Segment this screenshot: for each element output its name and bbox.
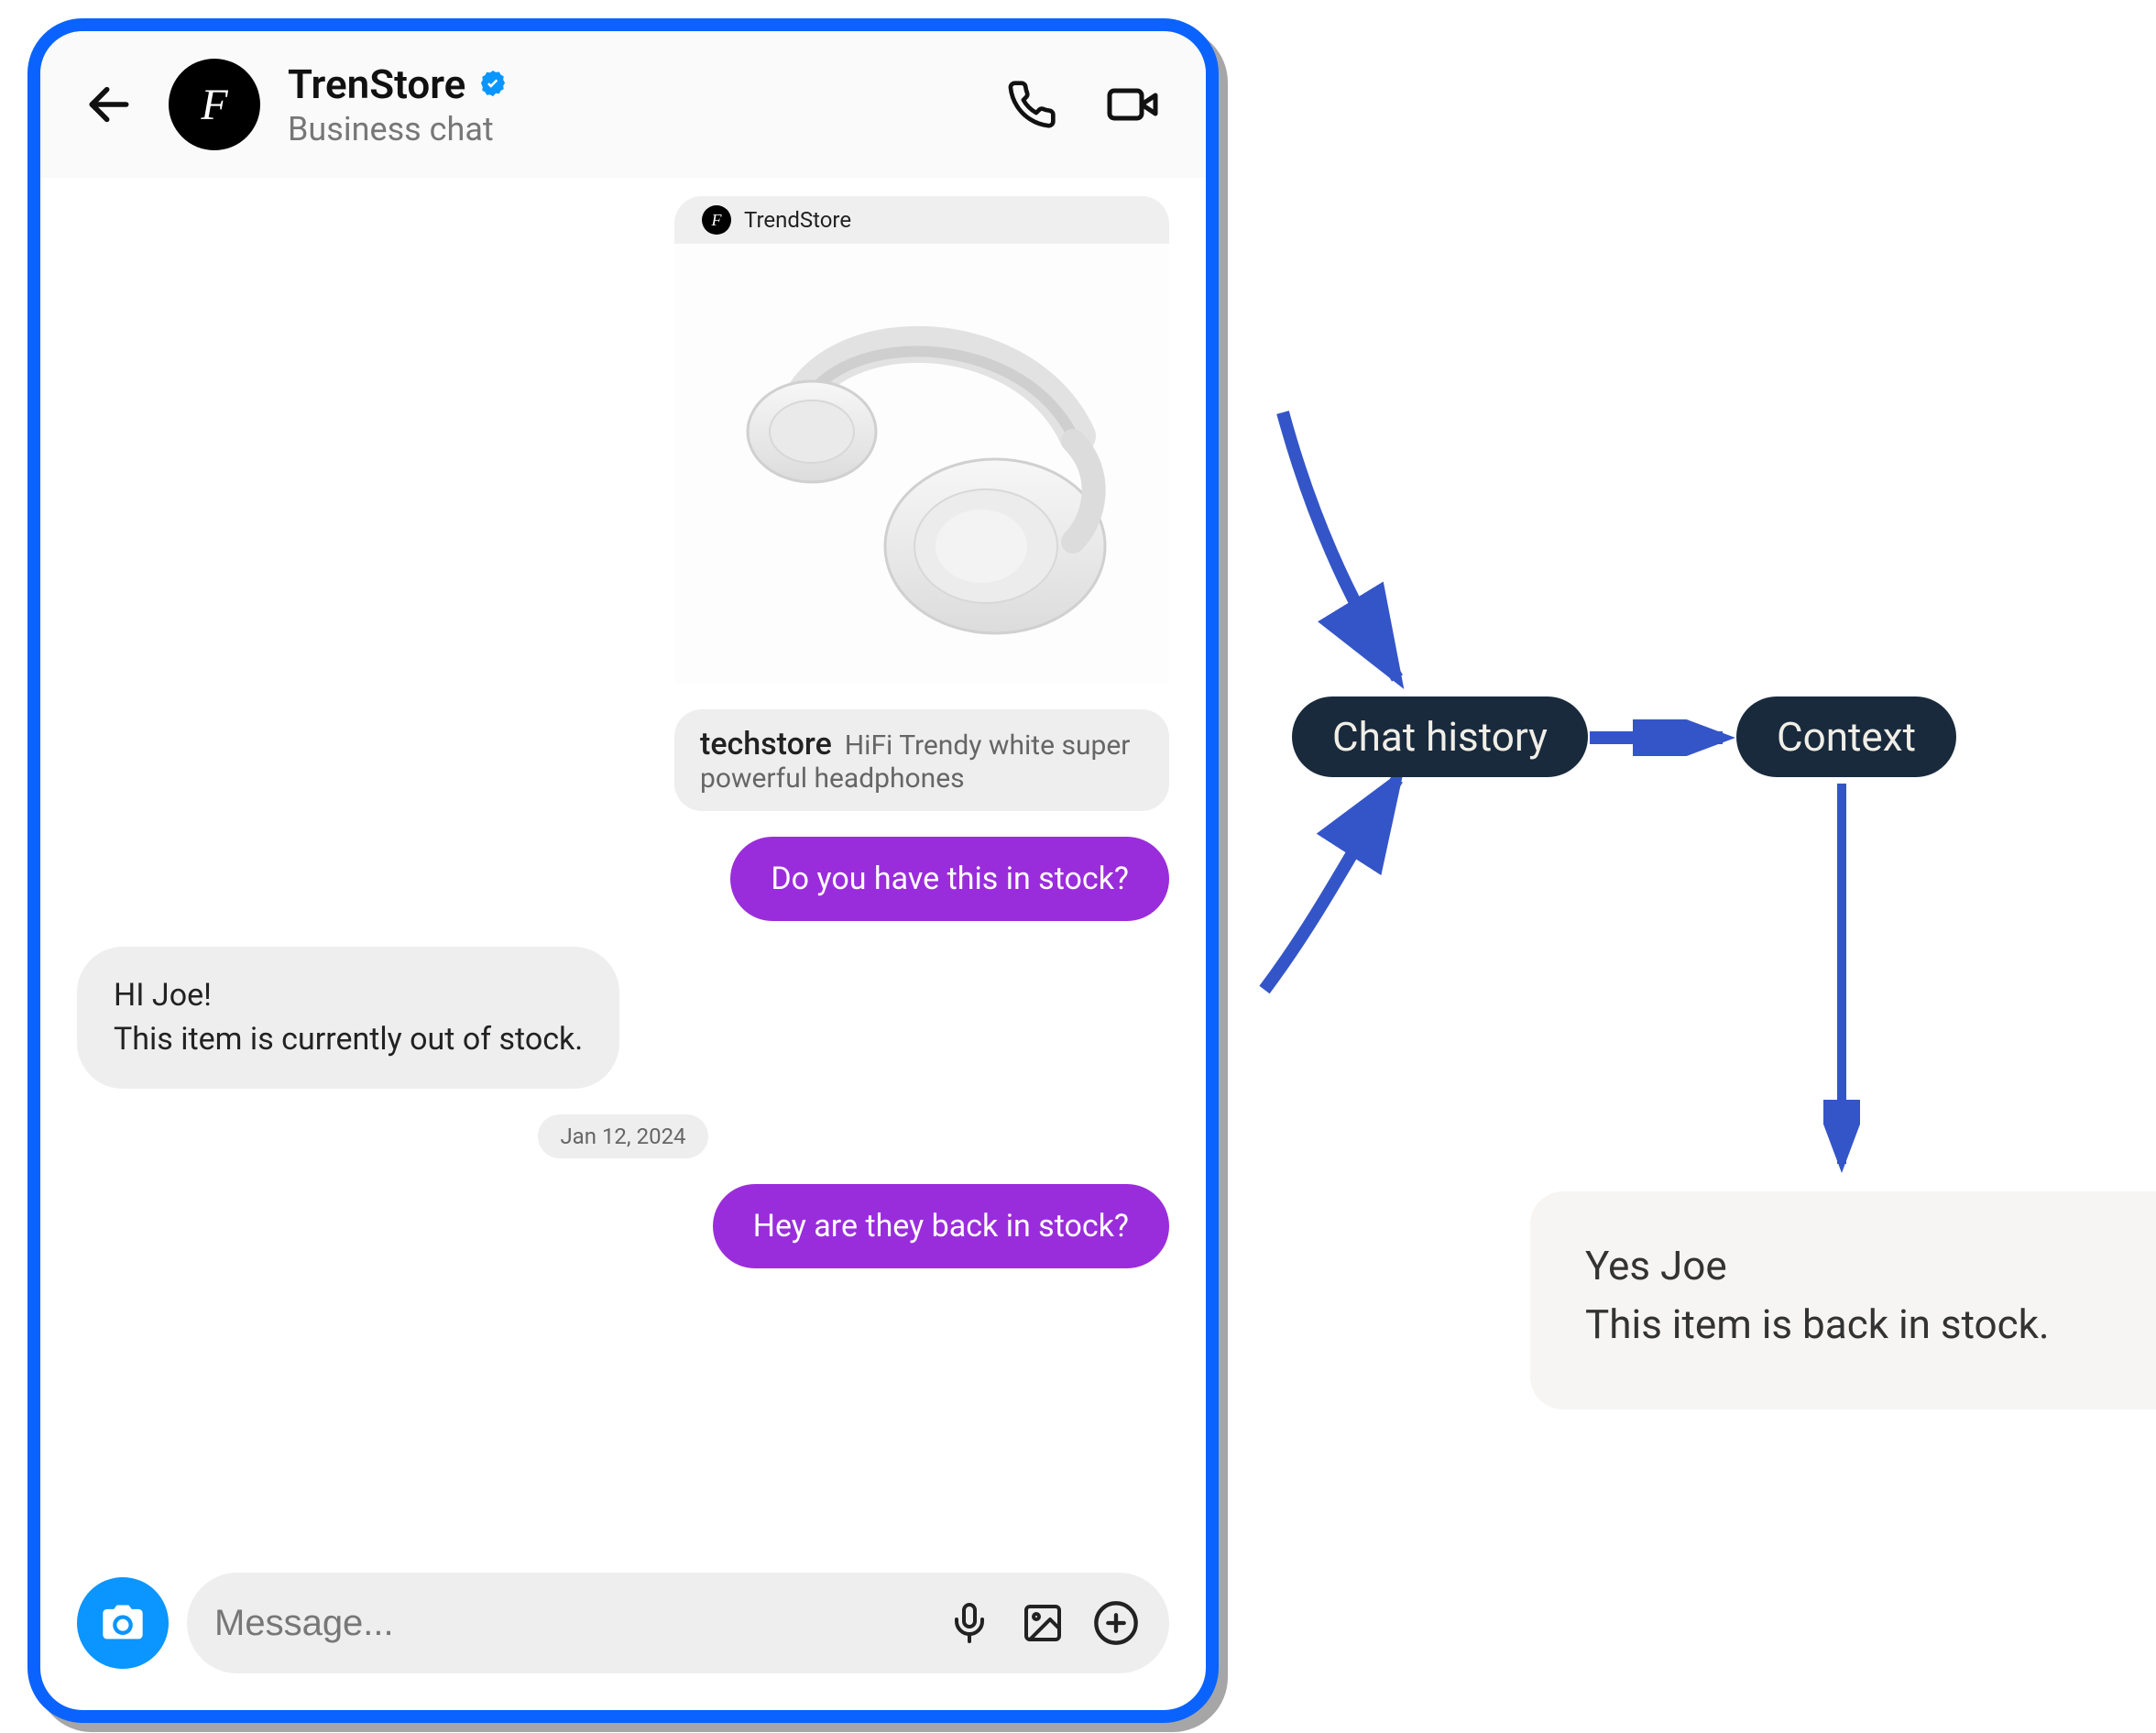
caption-shop-handle: techstore bbox=[700, 726, 832, 762]
camera-icon bbox=[99, 1599, 147, 1647]
microphone-icon bbox=[947, 1601, 991, 1645]
phone-icon bbox=[1006, 79, 1057, 130]
message-in-1-line1: HI Joe! bbox=[114, 974, 583, 1018]
arrow-to-chat-history-bottom bbox=[1237, 733, 1530, 1026]
store-avatar[interactable]: F bbox=[169, 59, 260, 150]
node-chat-history: Chat history bbox=[1292, 696, 1588, 777]
headphones-icon bbox=[711, 280, 1133, 647]
header-title-block: TrenStore Business chat bbox=[288, 60, 509, 148]
date-separator: Jan 12, 2024 bbox=[538, 1114, 707, 1158]
product-attachment[interactable]: F TrendStore bbox=[674, 196, 1169, 684]
attachment-brand: TrendStore bbox=[744, 207, 851, 233]
product-image bbox=[674, 244, 1169, 684]
attachment-row: F TrendStore bbox=[77, 196, 1169, 684]
attachment-avatar: F bbox=[702, 205, 731, 235]
avatar-glyph: F bbox=[201, 80, 227, 130]
compose-field bbox=[187, 1573, 1169, 1673]
attachment-header: F TrendStore bbox=[674, 196, 1169, 244]
attachment-caption-row: techstore HiFi Trendy white super powerf… bbox=[77, 709, 1169, 811]
voice-call-button[interactable] bbox=[995, 68, 1068, 141]
message-in-1-row: HI Joe! This item is currently out of st… bbox=[77, 947, 1169, 1089]
back-button[interactable] bbox=[77, 72, 141, 137]
message-out-1-row: Do you have this in stock? bbox=[77, 837, 1169, 921]
node-context: Context bbox=[1736, 696, 1956, 777]
message-out-1: Do you have this in stock? bbox=[730, 837, 1169, 921]
message-input[interactable] bbox=[214, 1603, 922, 1644]
attachment-caption: techstore HiFi Trendy white super powerf… bbox=[674, 709, 1169, 811]
generated-reply-line2: This item is back in stock. bbox=[1585, 1296, 2144, 1355]
chat-title: TrenStore bbox=[288, 60, 465, 108]
generated-reply: Yes Joe This item is back in stock. bbox=[1530, 1191, 2156, 1409]
arrow-history-to-context bbox=[1585, 719, 1741, 756]
generated-reply-line1: Yes Joe bbox=[1585, 1237, 2144, 1296]
flow-diagram: Chat history Context Yes Joe This item i… bbox=[1237, 385, 2117, 1411]
chat-header: F TrenStore Business chat bbox=[40, 31, 1206, 178]
message-out-2-row: Hey are they back in stock? bbox=[77, 1184, 1169, 1268]
date-row: Jan 12, 2024 bbox=[77, 1114, 1169, 1158]
message-in-1-line2: This item is currently out of stock. bbox=[114, 1018, 583, 1062]
video-icon bbox=[1105, 77, 1160, 132]
message-out-2: Hey are they back in stock? bbox=[713, 1184, 1169, 1268]
arrow-left-icon bbox=[83, 79, 135, 130]
message-in-1: HI Joe! This item is currently out of st… bbox=[77, 947, 619, 1089]
add-button[interactable] bbox=[1090, 1597, 1142, 1649]
plus-circle-icon bbox=[1092, 1599, 1140, 1647]
verified-badge-icon bbox=[476, 68, 509, 101]
composer bbox=[77, 1573, 1169, 1673]
chat-window: F TrenStore Business chat F TrendS bbox=[27, 18, 1219, 1723]
chat-subtitle: Business chat bbox=[288, 110, 509, 148]
video-call-button[interactable] bbox=[1096, 68, 1169, 141]
message-list: F TrendStore bbox=[40, 178, 1206, 1527]
gallery-button[interactable] bbox=[1017, 1597, 1068, 1649]
image-icon bbox=[1021, 1601, 1065, 1645]
voice-record-button[interactable] bbox=[944, 1597, 995, 1649]
camera-button[interactable] bbox=[77, 1577, 169, 1669]
arrow-context-to-reply bbox=[1823, 779, 1860, 1182]
